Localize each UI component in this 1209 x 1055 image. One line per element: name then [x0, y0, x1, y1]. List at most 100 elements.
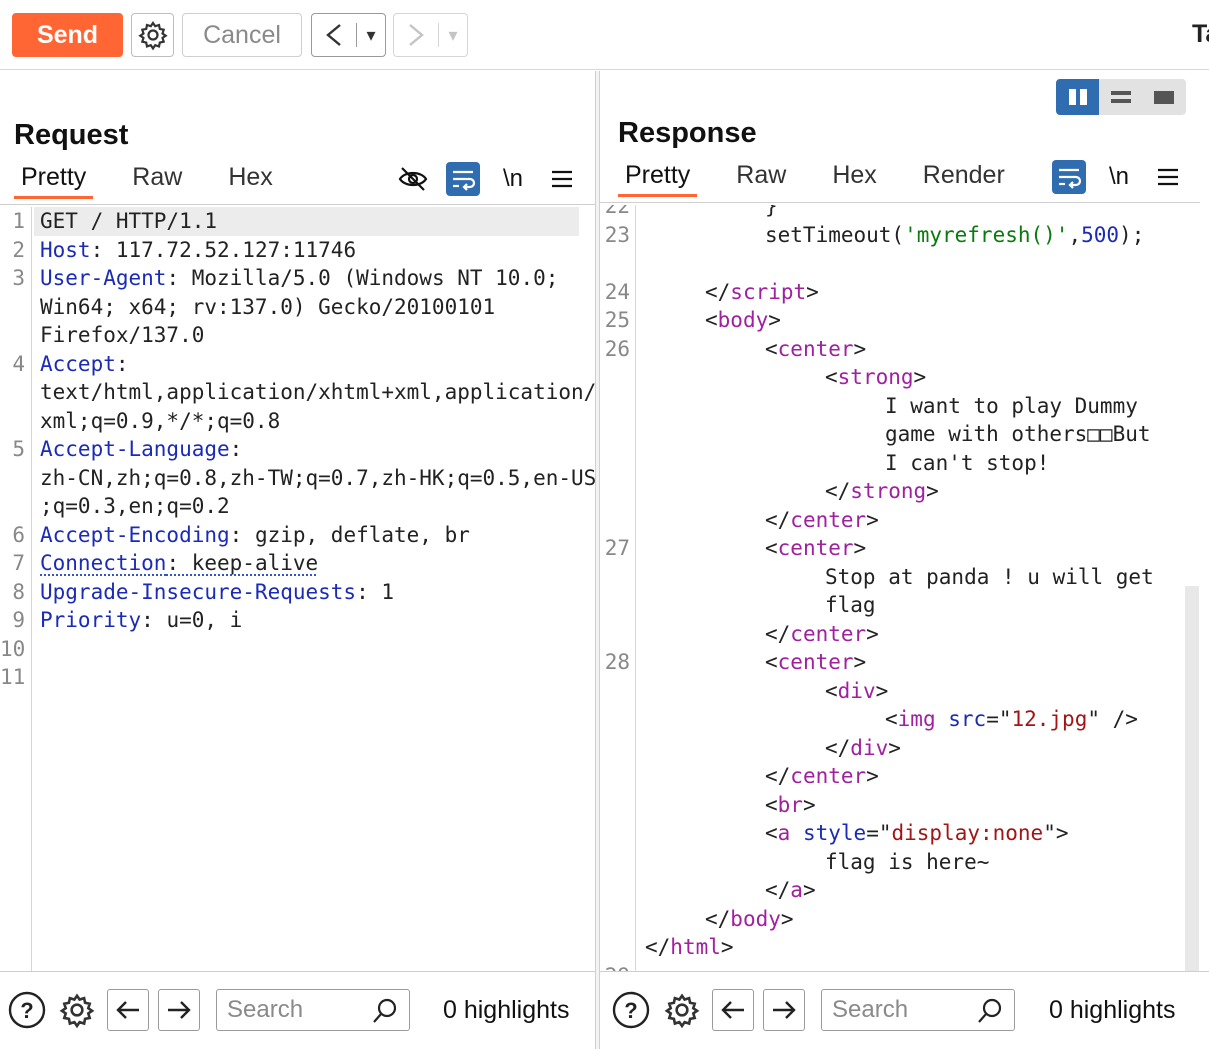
layout-split-icon[interactable] — [1056, 79, 1099, 115]
layout-single-icon[interactable] — [1143, 79, 1186, 115]
code-line: xml;q=0.9,*/*;q=0.8 — [40, 407, 280, 436]
highlights-count: 0 highlights — [443, 996, 569, 1025]
help-icon[interactable]: ? — [6, 989, 48, 1031]
code-line: Accept-Language: — [40, 435, 242, 464]
tab-hex[interactable]: Hex — [825, 161, 883, 197]
arrow-left-icon[interactable] — [107, 989, 149, 1031]
response-bottom-bar: ? 0 highlights — [600, 971, 1209, 1049]
chevron-down-icon[interactable]: ▾ — [357, 25, 385, 46]
code-line: ;q=0.3,en;q=0.2 — [40, 492, 230, 521]
code-line: </a> — [765, 876, 816, 905]
gear-icon[interactable] — [661, 989, 703, 1031]
request-bottom-bar: ? 0 highlights — [0, 971, 595, 1049]
code-line: </center> — [765, 762, 879, 791]
line-number: 23 — [600, 221, 630, 250]
request-pane: Request Pretty Raw Hex \n 1 2 3 4 5 6 7 8 9 10 11 G… — [0, 71, 596, 1049]
word-wrap-icon[interactable] — [1052, 160, 1086, 194]
line-number: 11 — [0, 663, 25, 692]
response-search[interactable] — [821, 989, 1015, 1031]
code-line: Win64; x64; rv:137.0) Gecko/20100101 — [40, 293, 495, 322]
help-icon[interactable]: ? — [610, 989, 652, 1031]
forward-arrow-icon — [394, 22, 438, 48]
line-number: 28 — [600, 648, 630, 677]
line-number: 22 — [600, 205, 630, 221]
line-number: 5 — [0, 435, 25, 464]
line-number: 24 — [600, 278, 630, 307]
hidden-eye-icon[interactable] — [396, 162, 430, 196]
line-number: 25 — [600, 306, 630, 335]
line-number: 2 — [0, 236, 25, 265]
menu-icon[interactable] — [545, 162, 579, 196]
line-number: 26 — [600, 335, 630, 364]
tab-raw[interactable]: Raw — [125, 163, 189, 199]
code-line: <center> — [765, 648, 866, 677]
tab-raw[interactable]: Raw — [729, 161, 793, 197]
chevron-down-icon[interactable]: ▾ — [439, 25, 467, 46]
line-number: 9 — [0, 606, 25, 635]
cancel-button[interactable]: Cancel — [182, 13, 302, 57]
code-line: <a style="display:none"> — [765, 819, 1069, 848]
line-number: 3 — [0, 264, 25, 293]
response-pane: Response Pretty Raw Hex Render \n 22 23 24… — [599, 71, 1209, 1049]
word-wrap-icon[interactable] — [446, 162, 480, 196]
code-line: </script> — [705, 278, 819, 307]
send-button[interactable]: Send — [12, 13, 123, 57]
code-line: zh-CN,zh;q=0.8,zh-TW;q=0.7,zh-HK;q=0.5,e… — [40, 464, 596, 493]
code-line: <div> — [825, 677, 888, 706]
code-line: I want to play Dummy — [885, 392, 1138, 421]
tab-pretty[interactable]: Pretty — [14, 163, 93, 199]
request-editor[interactable]: 1 2 3 4 5 6 7 8 9 10 11 GET / HTTP/1.1 Host: 117.72.… — [0, 207, 596, 971]
arrow-right-icon[interactable] — [158, 989, 200, 1031]
line-number: 4 — [0, 350, 25, 379]
request-tabs: Pretty Raw Hex — [14, 163, 312, 199]
code-line: Upgrade-Insecure-Requests: 1 — [40, 578, 394, 607]
request-title: Request — [14, 119, 128, 152]
layout-rows-icon[interactable] — [1099, 79, 1142, 115]
target-label: Ta — [1192, 20, 1209, 49]
code-line: flag — [825, 591, 876, 620]
gear-icon — [137, 19, 169, 51]
line-number: 8 — [0, 578, 25, 607]
line-number: 6 — [0, 521, 25, 550]
request-search[interactable] — [216, 989, 410, 1031]
code-line: Host: 117.72.52.127:11746 — [40, 236, 356, 265]
code-line: </center> — [765, 620, 879, 649]
tab-render[interactable]: Render — [916, 161, 1012, 197]
line-number: 27 — [600, 534, 630, 563]
arrow-left-icon[interactable] — [712, 989, 754, 1031]
tab-pretty[interactable]: Pretty — [618, 161, 697, 197]
code-line: <center> — [765, 335, 866, 364]
code-line: <br> — [765, 791, 816, 820]
code-line: game with others□□But — [885, 420, 1151, 449]
code-line: User-Agent: Mozilla/5.0 (Windows NT 10.0… — [40, 264, 558, 293]
line-number: 29 — [600, 962, 630, 972]
newline-toggle[interactable]: \n — [496, 162, 530, 196]
line-number: 10 — [0, 635, 25, 664]
response-title: Response — [618, 117, 757, 150]
line-number: 1 — [0, 207, 25, 236]
code-line: flag is here~ — [825, 848, 989, 877]
code-line: Firefox/137.0 — [40, 321, 204, 350]
gear-icon[interactable] — [56, 989, 98, 1031]
response-scrollbar[interactable] — [1185, 586, 1199, 971]
history-back-button[interactable]: ▾ — [311, 13, 386, 57]
code-line: Accept-Encoding: gzip, deflate, br — [40, 521, 470, 550]
tab-hex[interactable]: Hex — [221, 163, 279, 199]
response-editor[interactable]: 22 23 24 25 26 27 28 29} setTimeout('myrefresh()… — [600, 205, 1185, 971]
main-toolbar: Send Cancel ▾ ▾ Ta — [0, 0, 1209, 70]
back-arrow-icon — [312, 22, 356, 48]
code-line: </strong> — [825, 477, 939, 506]
svg-text:?: ? — [624, 998, 637, 1023]
search-input[interactable] — [832, 996, 972, 1024]
code-line: Accept: — [40, 350, 129, 379]
settings-button[interactable] — [131, 13, 174, 57]
highlights-count: 0 highlights — [1049, 996, 1175, 1025]
search-input[interactable] — [227, 996, 367, 1024]
code-line: </center> — [765, 506, 879, 535]
menu-icon[interactable] — [1151, 160, 1185, 194]
history-forward-button[interactable]: ▾ — [393, 13, 468, 57]
arrow-right-icon[interactable] — [763, 989, 805, 1031]
search-icon — [976, 997, 1004, 1030]
code-line: Priority: u=0, i — [40, 606, 242, 635]
newline-toggle[interactable]: \n — [1102, 160, 1136, 194]
